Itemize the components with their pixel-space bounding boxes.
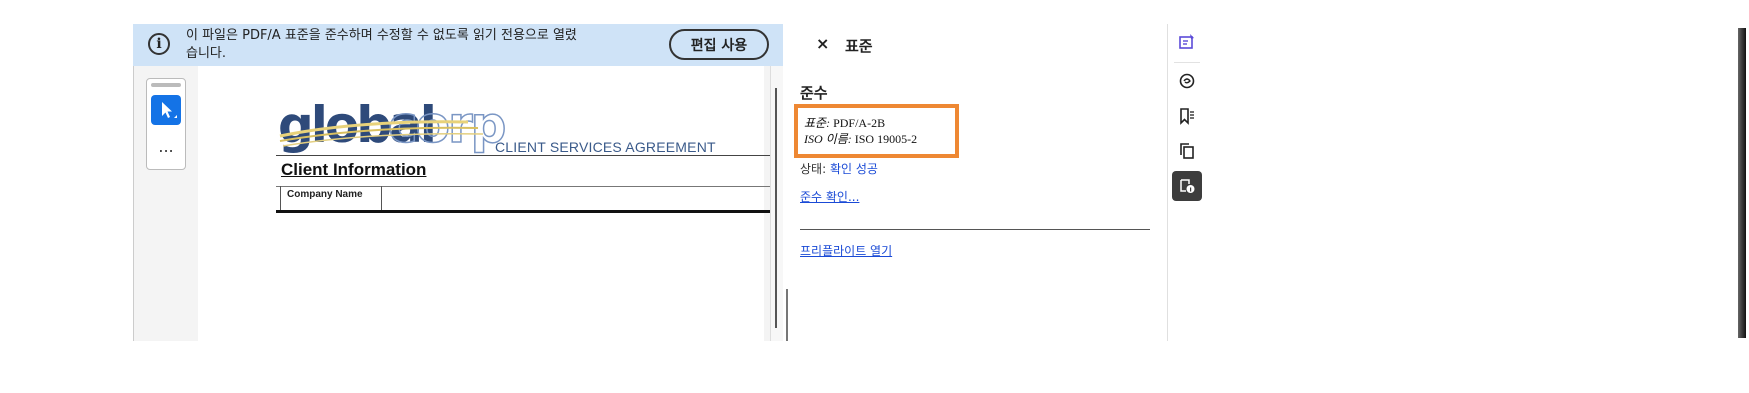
select-tool-button[interactable] xyxy=(151,95,181,125)
standard-label: 표준: xyxy=(804,116,831,130)
iso-line: ISO 이름: ISO 19005-2 xyxy=(804,130,917,147)
scrollbar-thumb[interactable] xyxy=(775,88,777,328)
more-tools-button[interactable]: ... xyxy=(151,137,181,159)
standards-button[interactable] xyxy=(1172,171,1202,201)
bookmark-icon xyxy=(1180,108,1194,125)
standards-icon xyxy=(1180,179,1195,193)
drag-handle[interactable] xyxy=(151,83,181,87)
panel-title: 표준 xyxy=(845,37,873,55)
verify-compliance-link[interactable]: 준수 확인... xyxy=(800,188,859,205)
cursor-icon xyxy=(162,102,177,118)
comment-icon xyxy=(1179,73,1195,89)
enable-editing-button[interactable]: 편집 사용 xyxy=(669,29,769,60)
pages-icon xyxy=(1180,143,1194,159)
standard-value: PDF/A-2B xyxy=(833,116,886,130)
comment-button[interactable] xyxy=(1172,66,1202,96)
standards-panel: × 표준 준수 표준: PDF/A-2B ISO 이름: ISO 19005-2… xyxy=(783,24,1167,341)
document-viewer: ... global corp CLIENT SERVICES AGREEMEN… xyxy=(133,66,806,341)
table-cell-divider xyxy=(381,186,382,210)
divider xyxy=(276,210,806,213)
bookmark-button[interactable] xyxy=(1172,101,1202,131)
status-label: 상태: xyxy=(800,162,827,176)
right-tool-rail xyxy=(1167,24,1203,341)
window-edge-shadow xyxy=(1738,28,1746,338)
edit-pdf-button[interactable] xyxy=(1172,27,1202,57)
pdf-page: global corp CLIENT SERVICES AGREEMENT Cl… xyxy=(198,66,806,341)
globalcorp-logo: global corp xyxy=(278,95,507,155)
app-window: i 이 파일은 PDF/A 표준을 준수하며 수정할 수 없도록 읽기 전용으로… xyxy=(133,24,1203,341)
edit-pdf-icon xyxy=(1179,34,1194,49)
client-info-table: Company Name xyxy=(280,186,807,210)
company-name-label: Company Name xyxy=(287,189,363,200)
rail-separator xyxy=(1174,62,1200,63)
panel-scrollbar[interactable] xyxy=(786,289,788,341)
close-panel-button[interactable]: × xyxy=(816,34,829,53)
client-info-heading: Client Information xyxy=(281,160,427,179)
standard-info-box: 표준: PDF/A-2B ISO 이름: ISO 19005-2 xyxy=(794,104,959,158)
agreement-title: CLIENT SERVICES AGREEMENT xyxy=(495,139,716,155)
readonly-banner: i 이 파일은 PDF/A 표준을 준수하며 수정할 수 없도록 읽기 전용으로… xyxy=(133,24,783,66)
open-preflight-link[interactable]: 프리플라이트 열기 xyxy=(800,242,892,259)
panel-divider xyxy=(800,229,1150,230)
banner-message: 이 파일은 PDF/A 표준을 준수하며 수정할 수 없도록 읽기 전용으로 열… xyxy=(186,28,577,61)
standard-line: 표준: PDF/A-2B xyxy=(804,114,885,131)
iso-label: ISO 이름: xyxy=(804,132,852,146)
tool-rail: ... xyxy=(146,78,186,170)
info-icon: i xyxy=(148,33,170,55)
svg-text:corp: corp xyxy=(388,96,505,154)
divider xyxy=(276,155,806,156)
document-scrollbar[interactable] xyxy=(770,66,783,341)
status-value: 확인 성공 xyxy=(829,162,878,176)
iso-value: ISO 19005-2 xyxy=(854,132,918,146)
pages-button[interactable] xyxy=(1172,136,1202,166)
compliance-section-title: 준수 xyxy=(800,84,828,102)
status-line: 상태: 확인 성공 xyxy=(800,160,878,177)
